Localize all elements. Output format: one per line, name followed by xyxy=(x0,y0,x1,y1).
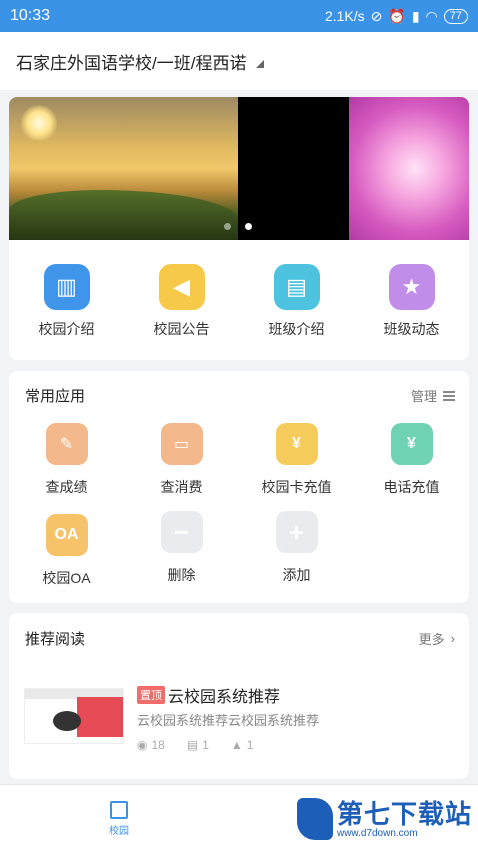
app-phone-recharge[interactable]: ¥ 电话充值 xyxy=(354,423,469,497)
app-delete[interactable]: − 删除 xyxy=(124,511,239,585)
news-title-text: 云校园系统推荐 xyxy=(168,689,281,706)
manage-label: 管理 xyxy=(410,389,437,404)
building-tab-icon xyxy=(110,801,128,819)
quick-item-label: 班级介绍 xyxy=(268,321,325,337)
likes-count: 1 xyxy=(246,738,254,752)
manage-button[interactable]: 管理 xyxy=(411,386,455,405)
views-stat: ◉ 18 xyxy=(137,738,165,752)
app-check-grades[interactable]: ✎ 查成绩 xyxy=(9,423,124,497)
hill-graphic xyxy=(9,190,238,240)
card-recharge-icon: ¥ xyxy=(275,423,318,465)
app-card-recharge[interactable]: ¥ 校园卡充值 xyxy=(239,423,354,497)
quick-entry-card: ▥ 校园介绍 ◀ 校园公告 ▤ 班级介绍 ★ 班级动态 xyxy=(9,240,469,360)
battery-indicator: 77 xyxy=(443,8,468,24)
thumb-red-panel xyxy=(77,697,123,737)
more-link[interactable]: 更多 › xyxy=(419,629,455,648)
network-speed: 2.1K/s xyxy=(324,8,365,24)
news-description: 云校园系统推荐云校园系统推荐 xyxy=(137,713,320,728)
banner-image-pink xyxy=(349,97,469,240)
app-label: 校园卡充值 xyxy=(261,479,332,495)
app-label: 查消费 xyxy=(160,479,203,495)
watermark-url: www.d7down.com xyxy=(336,827,418,839)
phone-recharge-icon: ¥ xyxy=(390,423,433,465)
thumbs-up-icon: ▲ xyxy=(230,738,243,752)
wallet-icon: ▭ xyxy=(160,423,203,465)
sun-graphic xyxy=(21,105,57,141)
quick-item-class-intro[interactable]: ▤ 班级介绍 xyxy=(239,264,354,339)
comments-count: 1 xyxy=(202,738,209,752)
pinned-badge: 置顶 xyxy=(137,686,165,704)
app-add[interactable]: + 添加 xyxy=(239,511,354,585)
carousel-dot[interactable] xyxy=(224,223,231,230)
grade-icon: ✎ xyxy=(45,423,88,465)
oa-icon: OA xyxy=(45,514,88,556)
app-campus-oa[interactable]: OA 校园OA xyxy=(9,514,124,588)
thumb-pan xyxy=(53,711,81,731)
dropdown-triangle-icon xyxy=(256,60,265,68)
class-selector[interactable]: 石家庄外国语学校/一班/程西诺 xyxy=(0,32,478,90)
quick-item-label: 校园公告 xyxy=(153,321,210,337)
mute-icon: ⊘ xyxy=(370,7,383,24)
likes-stat[interactable]: ▲ 1 xyxy=(231,738,254,752)
eye-icon: ◉ xyxy=(137,738,148,752)
common-apps-card: 常用应用 管理 ✎ 查成绩 ▭ 查消费 ¥ 校园卡充值 ¥ 电话充值 OA 校园… xyxy=(9,371,469,603)
quick-item-campus-intro[interactable]: ▥ 校园介绍 xyxy=(9,264,124,339)
signal-icon: ▮ xyxy=(411,7,420,24)
app-label: 查成绩 xyxy=(45,479,88,495)
wifi-icon: ◠ xyxy=(425,7,438,24)
quick-item-campus-notice[interactable]: ◀ 校园公告 xyxy=(124,264,239,339)
carousel-dot-active[interactable] xyxy=(245,223,252,230)
banner-image-dark xyxy=(238,97,349,240)
more-label: 更多 xyxy=(418,632,445,647)
app-label: 删除 xyxy=(167,567,196,583)
page-title: 石家庄外国语学校/一班/程西诺 xyxy=(16,53,247,73)
news-item-title[interactable]: 置顶 云校园系统推荐 xyxy=(137,683,280,707)
recommended-reading-card: 推荐阅读 更多 › 置顶 云校园系统推荐 云校园系统推荐云校园系统推荐 ◉ 18… xyxy=(9,613,469,779)
quick-item-label: 校园介绍 xyxy=(38,321,95,337)
star-icon: ★ xyxy=(388,264,435,310)
status-time: 10:33 xyxy=(10,7,51,24)
banner-carousel[interactable] xyxy=(9,97,469,240)
quick-item-class-news[interactable]: ★ 班级动态 xyxy=(354,264,469,339)
watermark: 第七下载站 www.d7down.com xyxy=(296,798,472,840)
watermark-title: 第七下载站 xyxy=(336,798,472,829)
oa-badge-text: OA xyxy=(54,526,79,543)
section-title: 常用应用 xyxy=(25,388,86,405)
tab-label: 校园 xyxy=(109,826,129,837)
comments-stat[interactable]: ▤ 1 xyxy=(187,738,209,752)
news-meta: ◉ 18 ▤ 1 ▲ 1 xyxy=(137,738,253,752)
app-label: 电话充值 xyxy=(383,479,440,495)
app-label: 校园OA xyxy=(42,570,91,586)
views-count: 18 xyxy=(151,738,165,752)
app-check-spending[interactable]: ▭ 查消费 xyxy=(124,423,239,497)
chevron-right-icon: › xyxy=(450,631,455,646)
comment-icon: ▤ xyxy=(186,738,199,752)
alarm-icon: ⏰ xyxy=(388,7,406,24)
list-icon xyxy=(443,390,455,401)
plus-icon: + xyxy=(275,511,318,553)
status-bar: 10:33 2.1K/s ⊘ ⏰ ▮ ◠ 77 xyxy=(0,0,478,32)
app-label: 添加 xyxy=(282,567,311,583)
section-title: 推荐阅读 xyxy=(25,631,86,648)
news-thumbnail[interactable] xyxy=(24,688,124,744)
banner-image-sunrise xyxy=(9,97,238,240)
building-icon: ▥ xyxy=(43,264,90,310)
board-icon: ▤ xyxy=(273,264,320,310)
minus-icon: − xyxy=(160,511,203,553)
watermark-logo xyxy=(296,798,333,840)
megaphone-icon: ◀ xyxy=(158,264,205,310)
tab-campus[interactable]: 校园 xyxy=(89,801,149,837)
quick-item-label: 班级动态 xyxy=(383,321,440,337)
